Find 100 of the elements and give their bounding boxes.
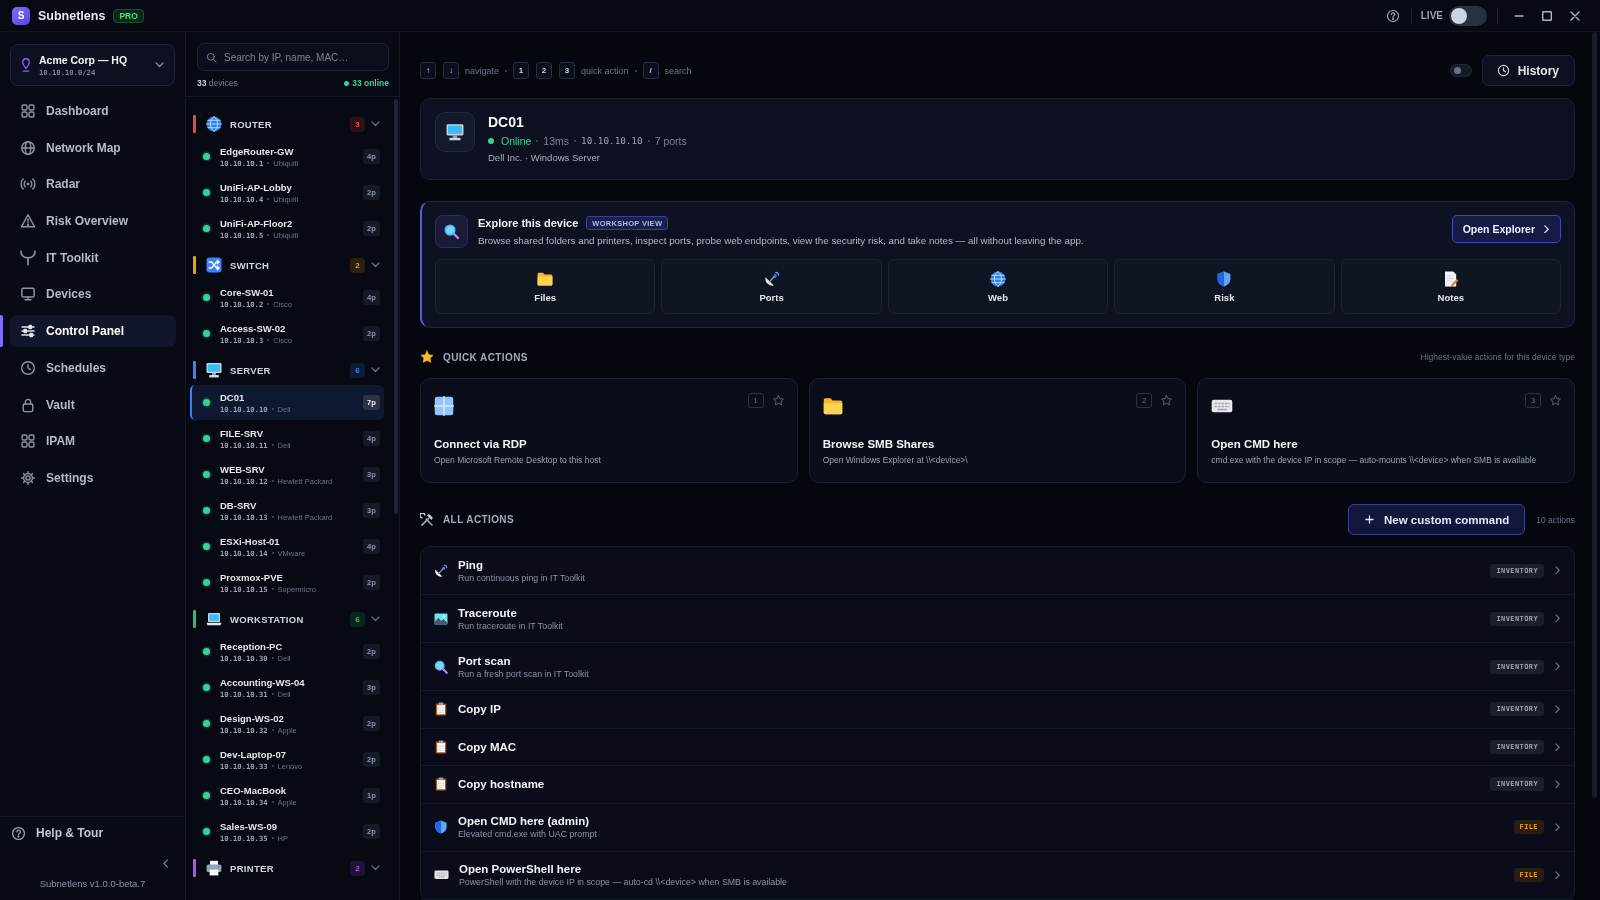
shortcut-label: navigate: [465, 65, 500, 76]
clock-icon: [1496, 64, 1510, 77]
action-title: Connect via RDP: [434, 437, 527, 452]
key-hint: 2: [536, 62, 553, 79]
nav-item[interactable]: Network Map: [10, 131, 176, 164]
online-count: 33 online: [352, 78, 389, 88]
action-title: Copy MAC: [458, 740, 517, 753]
device-name: UniFi-AP-Lobby: [220, 181, 293, 193]
group-name: WORKSTATION: [230, 613, 304, 625]
star-icon[interactable]: [772, 395, 784, 406]
nav-item[interactable]: Settings: [10, 461, 176, 494]
nav-item[interactable]: Radar: [10, 168, 176, 201]
chevron-right-icon: [1555, 705, 1560, 714]
chevron-left-icon: [162, 858, 168, 868]
explore-tile[interactable]: Web: [887, 259, 1109, 314]
key-hint: ↓: [443, 62, 459, 79]
magnifier-icon: [434, 659, 448, 674]
new-command-button[interactable]: New custom command: [1348, 504, 1526, 535]
globe-icon: [20, 139, 36, 156]
chevron-right-icon: [1555, 780, 1560, 789]
count-badge: 2: [350, 257, 365, 273]
window-icon: [434, 396, 454, 416]
nav-item[interactable]: IT Toolkit: [10, 241, 176, 274]
chevron-right-icon: [1555, 614, 1560, 623]
fork-icon: [20, 249, 36, 266]
globe-icon: [206, 116, 222, 132]
live-label: LIVE: [1420, 10, 1443, 21]
explore-tile[interactable]: Files: [435, 259, 656, 314]
globe-icon: [990, 270, 1006, 287]
action-title: Open CMD here (admin): [458, 815, 589, 827]
keyboard-icon: [1211, 399, 1234, 413]
shortcut-label: search: [664, 65, 692, 76]
view-toggle[interactable]: [1449, 64, 1472, 77]
settings-icon: [20, 469, 36, 486]
explore-title: Explore this device: [478, 217, 579, 229]
history-button[interactable]: History: [1481, 55, 1575, 86]
action-description: Open Microsoft Remote Desktop to this host: [434, 454, 601, 467]
collapse-sidebar-button[interactable]: [162, 858, 168, 868]
action-title: Copy IP: [458, 703, 501, 716]
nav-item[interactable]: Schedules: [10, 351, 176, 384]
count-badge: 6: [350, 362, 365, 378]
key-hint: ↑: [420, 62, 436, 79]
chevron-right-icon: [1555, 822, 1560, 832]
chevron-down-icon[interactable]: [371, 865, 380, 871]
nav-item[interactable]: Vault: [10, 388, 176, 421]
chevron-down-icon[interactable]: [371, 367, 380, 373]
device-name: WEB-SRV: [220, 463, 266, 475]
live-toggle[interactable]: [1449, 5, 1487, 26]
explore-tile[interactable]: Notes: [1340, 259, 1561, 314]
count-badge: 2: [350, 860, 365, 876]
chevron-down-icon[interactable]: [371, 121, 380, 127]
chevron-down-icon[interactable]: [371, 262, 380, 268]
explore-description: Browse shared folders and printers, inspect ports, probe web endpoints, view the security risk, and take notes — all without leaving the app.: [478, 235, 1084, 246]
device-name: Dev-Laptop-07: [220, 748, 287, 760]
nav-item[interactable]: Control Panel: [10, 315, 176, 348]
memo-icon: [1442, 270, 1459, 287]
clipboard-icon: [434, 702, 448, 717]
section-title: ALL ACTIONS: [443, 514, 515, 525]
action-description: Elevated cmd.exe with UAC prompt: [458, 829, 597, 839]
scrollbar-thumb[interactable]: [1592, 32, 1597, 798]
shield-icon: [1216, 270, 1233, 287]
nav-item[interactable]: Dashboard: [10, 95, 176, 127]
shuffle-icon: [206, 257, 222, 273]
tools-icon: [420, 512, 434, 527]
count-badge: 3: [350, 116, 365, 132]
chevron-down-icon[interactable]: [371, 616, 380, 622]
group-name: ROUTER: [230, 118, 272, 130]
action-description: Run traceroute in IT Toolkit: [458, 620, 563, 631]
action-title: Open CMD here: [1211, 437, 1298, 452]
help-icon: [11, 825, 26, 841]
open-explorer-button[interactable]: Open Explorer: [1451, 215, 1561, 243]
help-icon: [1385, 8, 1400, 23]
device-name: Reception-PC: [220, 640, 284, 652]
shield-icon: [434, 820, 448, 834]
grid-icon: [20, 433, 36, 450]
nav-item[interactable]: IPAM: [10, 425, 176, 458]
clipboard-icon: [434, 777, 448, 792]
key-hint: /: [642, 62, 659, 79]
device-latency: 13ms: [543, 134, 570, 148]
grid-icon: [20, 103, 36, 119]
device-name: DC01: [220, 391, 246, 403]
action-count: 10 actions: [1536, 514, 1575, 525]
device-name: EdgeRouter-GW: [220, 145, 295, 157]
action-title: Port scan: [458, 654, 511, 667]
action-title: Copy hostname: [458, 778, 545, 791]
explore-tile[interactable]: Ports: [661, 259, 882, 314]
device-name: Core-SW-01: [220, 286, 275, 298]
group-name: SWITCH: [230, 259, 270, 271]
shortcut-label: quick action: [581, 65, 629, 76]
star-icon[interactable]: [1161, 395, 1173, 406]
star-icon[interactable]: [1550, 395, 1561, 406]
nav-item[interactable]: Devices: [10, 278, 176, 311]
chevron-right-icon: [1544, 224, 1549, 234]
help-tour-button[interactable]: Help & Tour: [11, 817, 104, 849]
clock-icon: [20, 359, 36, 376]
help-button[interactable]: [1385, 8, 1400, 23]
search-field[interactable]: Search by IP, name, MAC…: [197, 43, 389, 71]
explore-tile[interactable]: Risk: [1114, 259, 1335, 314]
app-version: Subnetlens v1.0.0-beta.7: [38, 877, 147, 891]
nav-item[interactable]: Risk Overview: [10, 205, 176, 238]
